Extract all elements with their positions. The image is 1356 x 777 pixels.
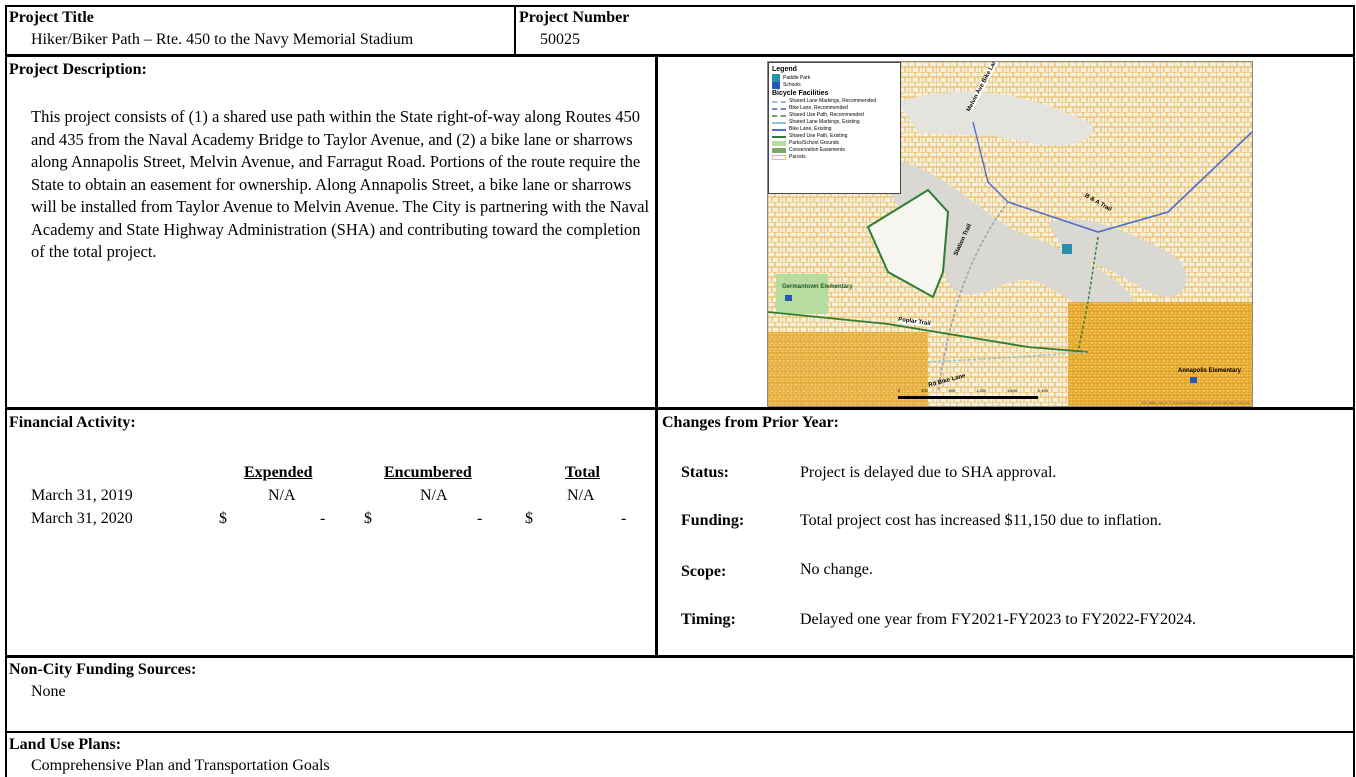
legend-facility: Parks/School Grounds xyxy=(772,140,897,147)
legend-facility: Bike Lane, Recommended xyxy=(772,105,897,112)
dense-parcels-south xyxy=(1068,302,1252,406)
divider-lower xyxy=(5,655,1354,658)
changes-key-status: Status: xyxy=(681,464,730,481)
row-total: N/A xyxy=(567,487,595,504)
header-encumbered: Encumbered xyxy=(384,464,472,481)
legend-facility: Shared Use Path, Existing xyxy=(772,133,897,140)
land-use-plans-value: Comprehensive Plan and Transportation Go… xyxy=(31,757,330,774)
legend-facility: Parcels xyxy=(772,154,897,161)
scale-tick: 300 xyxy=(921,388,928,393)
border-top xyxy=(5,5,1354,7)
project-description-text: This project consists of (1) a shared us… xyxy=(31,107,650,261)
legend-label: Parcels xyxy=(789,154,806,160)
changes-value-status: Project is delayed due to SHA approval. xyxy=(800,464,1057,481)
legend-facility: Shared Lane Markings, Existing xyxy=(772,119,897,126)
school-icon xyxy=(1190,377,1197,383)
map-label-germantown: Germantown Elementary xyxy=(782,284,853,290)
project-number-value: 50025 xyxy=(540,31,580,48)
legend-item-paddle: Paddle Park xyxy=(772,74,897,82)
legend-facility: Conservation Easements xyxy=(772,147,897,154)
row-expended: N/A xyxy=(268,487,296,504)
divider-header xyxy=(5,54,1354,57)
non-city-funding-value: None xyxy=(31,683,66,700)
scale-bar xyxy=(898,396,1038,399)
scale-tick: 0 xyxy=(898,388,901,393)
legend-section: Bicycle Facilities xyxy=(772,90,829,97)
legend-title: Legend xyxy=(772,66,797,73)
legend-label: Bike Lane, Existing xyxy=(789,126,832,132)
header-expended: Expended xyxy=(244,464,313,481)
changes-value-funding: Total project cost has increased $11,150… xyxy=(800,512,1162,529)
scale-tick: 1,800 xyxy=(1007,388,1018,393)
legend-facility: Bike Lane, Existing xyxy=(772,126,897,133)
legend-label: Paddle Park xyxy=(783,74,811,81)
row-encumbered: - xyxy=(477,510,483,527)
row-date: March 31, 2020 xyxy=(31,510,133,527)
scale-tick: 1,200 xyxy=(976,388,987,393)
non-city-funding-label: Non-City Funding Sources: xyxy=(9,661,197,678)
school-icon xyxy=(785,295,792,301)
legend-label: Parks/School Grounds xyxy=(789,140,840,146)
school-icon xyxy=(772,82,780,89)
project-title-label: Project Title xyxy=(9,9,94,26)
border-right xyxy=(1353,5,1355,777)
map-label-annapolis: Annapolis Elementary xyxy=(1178,368,1242,374)
legend-label: Bike Lane, Recommended xyxy=(789,105,848,111)
divider-upper xyxy=(5,407,1354,410)
legend-facility: Shared Lane Markings, Recommended xyxy=(772,98,897,105)
divider-title-number xyxy=(514,5,516,55)
legend-label: Shared Use Path, Existing xyxy=(789,133,848,139)
divider-middle xyxy=(655,54,658,658)
changes-key-timing: Timing: xyxy=(681,611,736,628)
legend-label: Shared Lane Markings, Existing xyxy=(789,119,860,125)
currency-symbol: $ xyxy=(364,510,372,527)
legend-label: Shared Lane Markings, Recommended xyxy=(789,98,876,104)
dense-parcels-west xyxy=(768,332,928,406)
row-encumbered: N/A xyxy=(420,487,448,504)
map-credit: Esri, HERE, Garmin, © OpenStreetMap cont… xyxy=(1141,401,1250,405)
changes-label: Changes from Prior Year: xyxy=(662,414,839,431)
legend-label: Shared Use Path, Recommended xyxy=(789,112,864,118)
project-number-label: Project Number xyxy=(519,9,630,26)
row-date: March 31, 2019 xyxy=(31,487,133,504)
paddle-icon xyxy=(1062,244,1072,254)
divider-nonc xyxy=(5,731,1354,733)
changes-key-funding: Funding: xyxy=(681,512,745,529)
scale-tick: 2,400 xyxy=(1037,388,1048,393)
changes-key-scope: Scope: xyxy=(681,563,727,580)
scale-tick: 600 xyxy=(948,388,956,393)
header-total: Total xyxy=(565,464,600,481)
row-total: - xyxy=(621,510,627,527)
legend-facility: Shared Use Path, Recommended xyxy=(772,112,897,119)
changes-value-scope: No change. xyxy=(800,561,873,578)
currency-symbol: $ xyxy=(219,510,227,527)
project-description-label: Project Description: xyxy=(9,61,147,78)
legend-label: Schools xyxy=(783,82,801,88)
changes-value-timing: Delayed one year from FY2021-FY2023 to F… xyxy=(800,611,1196,628)
legend-item-schools: Schools xyxy=(772,82,897,89)
project-title-value: Hiker/Biker Path – Rte. 450 to the Navy … xyxy=(31,31,414,48)
project-map: Legend Paddle Park Schools Bicycle Facil… xyxy=(767,61,1253,407)
map-legend: Legend Paddle Park Schools Bicycle Facil… xyxy=(768,62,901,194)
park-germantown xyxy=(776,274,828,314)
land-use-plans-label: Land Use Plans: xyxy=(9,736,122,753)
paddle-icon xyxy=(772,74,780,82)
map-scale-labels: 0 300 600 1,200 1,800 2,400 xyxy=(898,388,1048,393)
row-expended: - xyxy=(320,510,326,527)
financial-activity-label: Financial Activity: xyxy=(9,414,136,431)
border-left xyxy=(5,5,7,777)
currency-symbol: $ xyxy=(525,510,533,527)
legend-label: Conservation Easements xyxy=(789,147,845,153)
